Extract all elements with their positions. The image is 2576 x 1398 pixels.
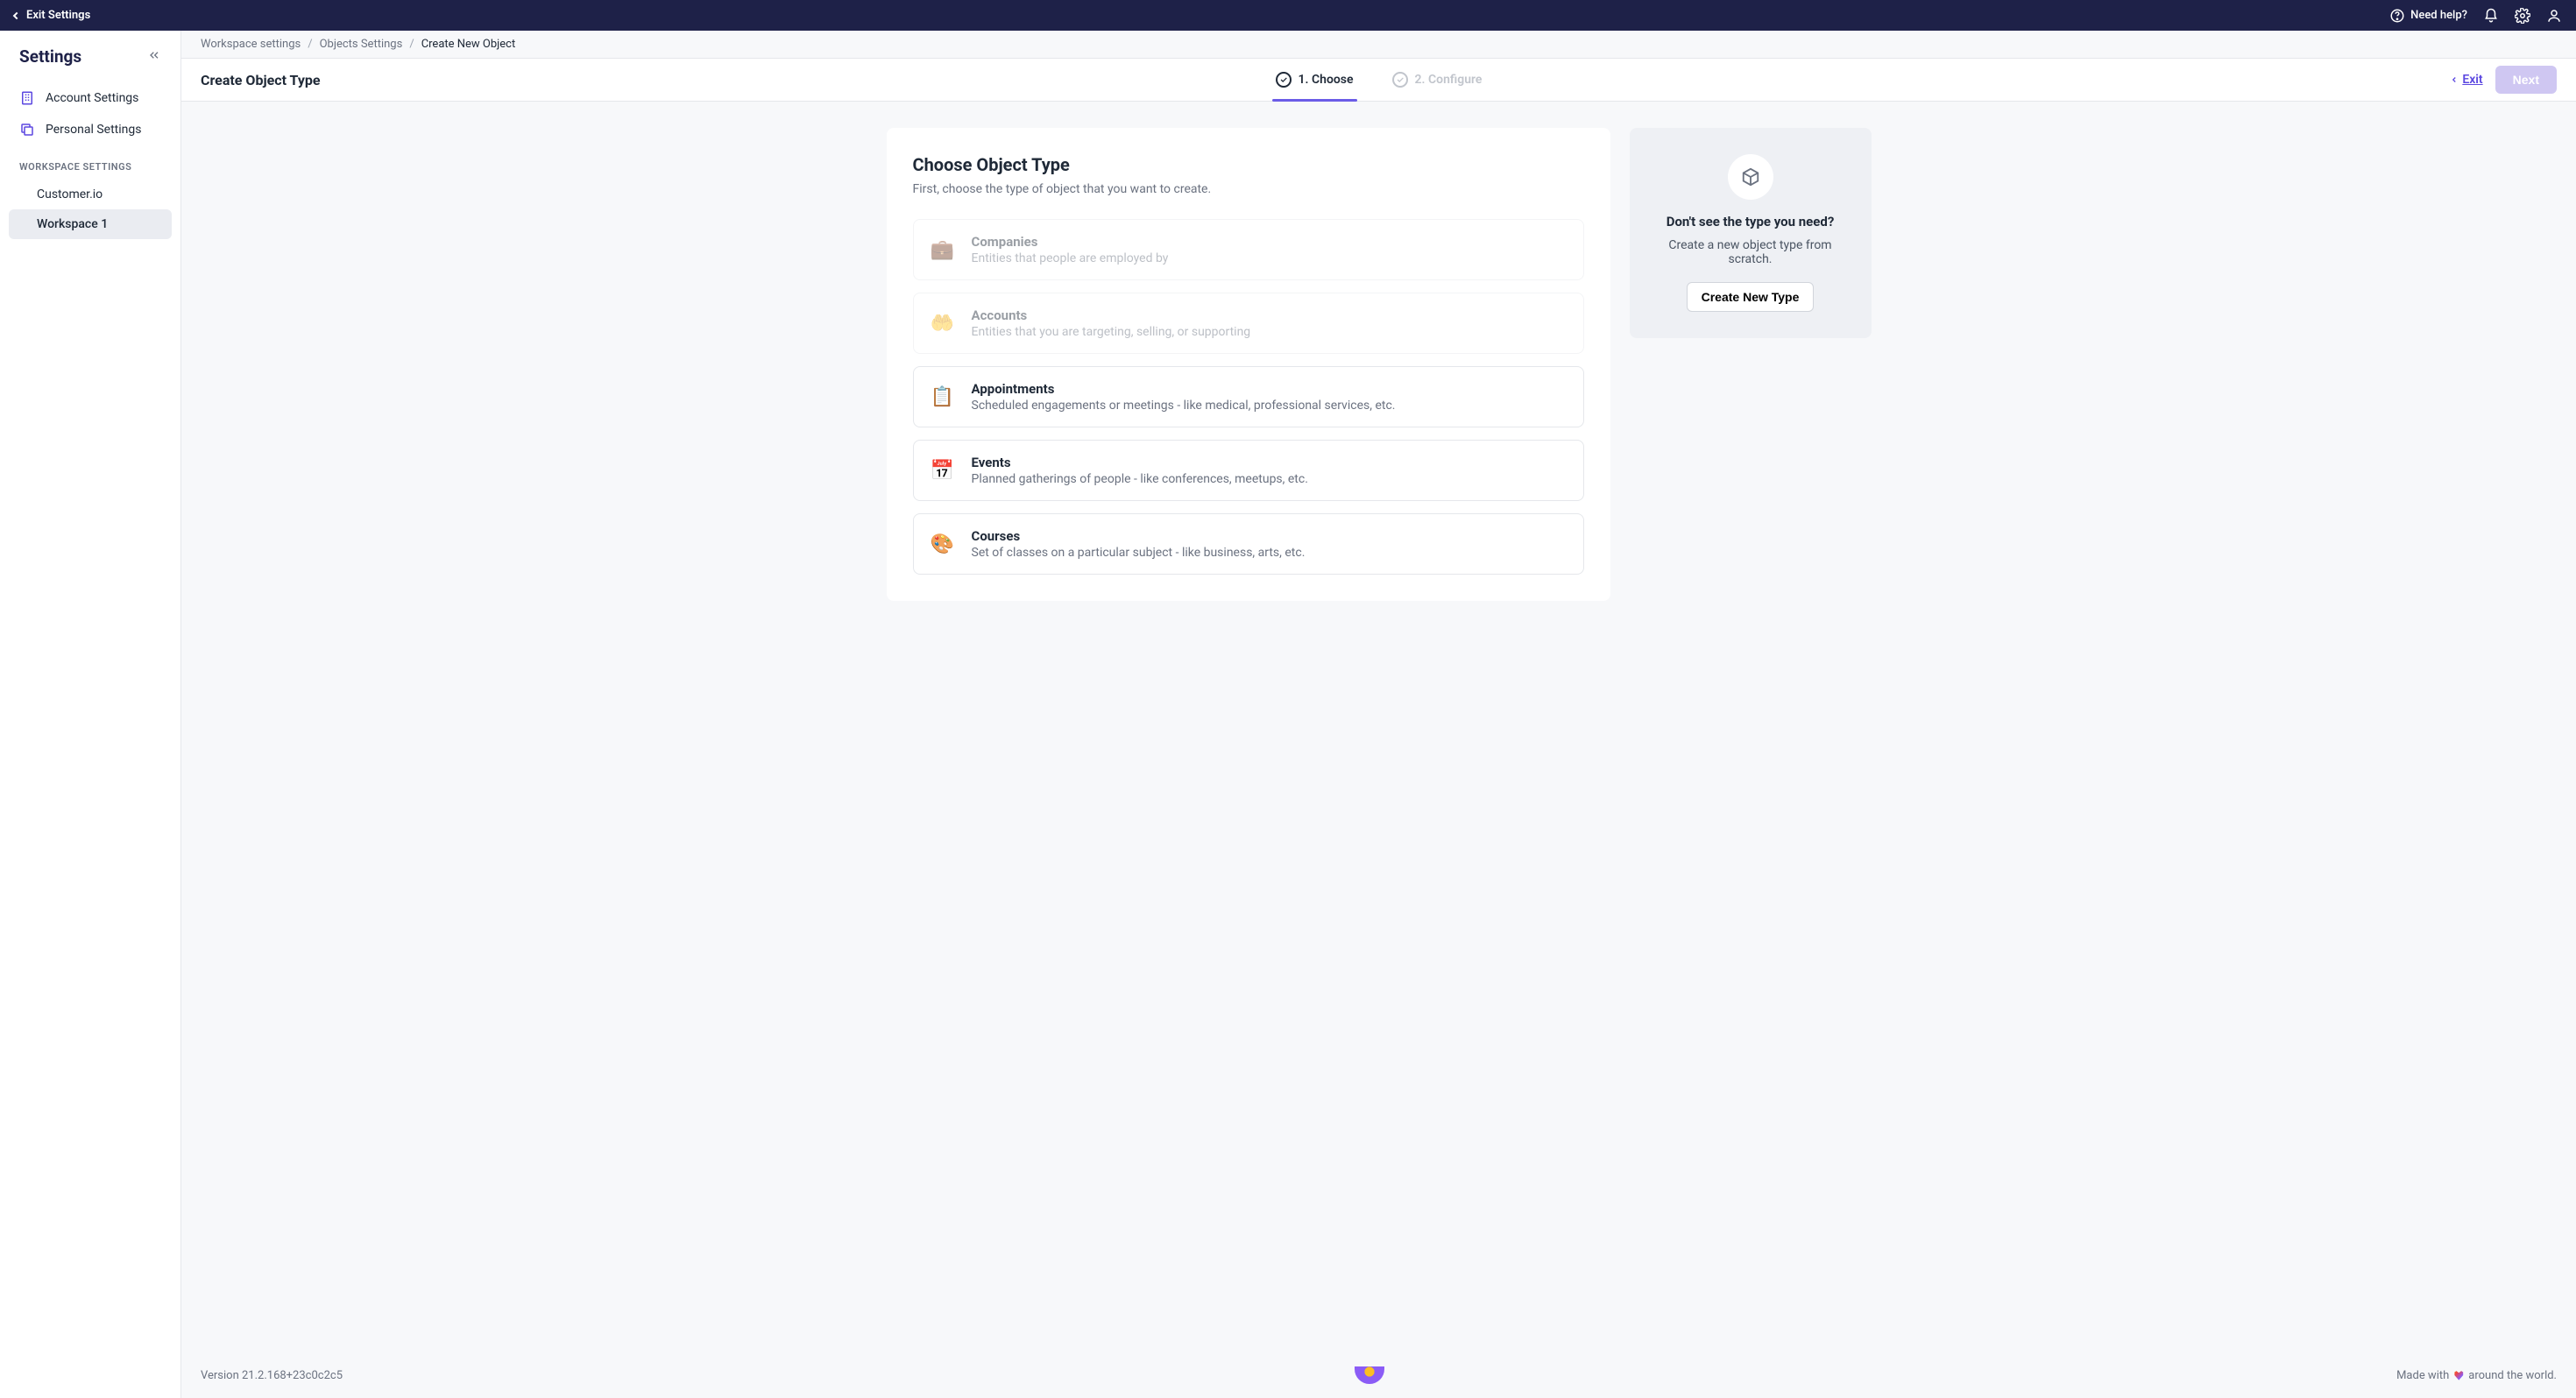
version-text: Version 21.2.168+23c0c2c5 [201,1369,343,1382]
sidebar-item-account-settings[interactable]: Account Settings [0,82,180,114]
choose-type-card: Choose Object Type First, choose the typ… [887,128,1610,601]
content-heading: Choose Object Type [913,154,1584,175]
chevron-left-icon [13,11,20,18]
breadcrumb-sep: / [409,38,414,51]
next-button[interactable]: Next [2495,66,2557,94]
object-type-option[interactable]: 🎨 Courses Set of classes on a particular s… [913,513,1584,575]
sidebar: Settings Account Settings Personal Setti… [0,31,181,1398]
workspace-item-workspace-1[interactable]: Workspace 1 [9,209,172,239]
side-panel-body: Create a new object type from scratch. [1656,238,1845,266]
step-label: 1. Choose [1299,73,1354,87]
type-desc: Scheduled engagements or meetings - like… [972,399,1396,413]
workspace-label: Workspace 1 [37,217,108,231]
object-type-option: 🤲 Accounts Entities that you are targeting… [913,293,1584,354]
exit-settings-label: Exit Settings [26,9,90,22]
type-emoji-icon: 🎨 [931,533,954,555]
building-icon [19,90,35,106]
breadcrumb-item[interactable]: Workspace settings [201,38,301,51]
type-name: Companies [972,234,1169,250]
wizard-steps: 1. Choose 2. Configure [1272,59,1486,101]
type-name: Courses [972,528,1306,544]
chevron-left-icon [2450,75,2459,84]
made-with-text: Made with around the world. [2396,1369,2557,1382]
type-desc: Set of classes on a particular subject -… [972,546,1306,560]
sidebar-title: Settings [19,46,81,67]
sidebar-item-label: Personal Settings [46,123,141,137]
user-icon[interactable] [2546,8,2562,24]
breadcrumb: Workspace settings / Objects Settings / … [181,31,2576,58]
type-emoji-icon: 💼 [931,238,954,261]
wizard-header: Create Object Type 1. Choose 2. Configur… [181,58,2576,102]
breadcrumb-current: Create New Object [421,38,516,51]
sidebar-item-personal-settings[interactable]: Personal Settings [0,114,180,145]
help-label: Need help? [2410,9,2467,22]
exit-link[interactable]: Exit [2450,73,2482,87]
type-name: Events [972,455,1308,470]
topbar: Exit Settings Need help? [0,0,2576,31]
type-emoji-icon: 🤲 [931,312,954,335]
type-name: Accounts [972,307,1251,323]
content-area: Choose Object Type First, choose the typ… [181,102,2576,627]
notification-bell-icon[interactable] [2483,8,2499,24]
object-type-option[interactable]: 📋 Appointments Scheduled engagements or me… [913,366,1584,427]
type-name: Appointments [972,381,1396,397]
cube-icon [1728,154,1773,200]
type-desc: Entities that you are targeting, selling… [972,325,1251,339]
breadcrumb-sep: / [308,38,312,51]
workspace-label: Customer.io [37,187,103,201]
gear-icon[interactable] [2515,8,2530,24]
wizard-step-choose[interactable]: 1. Choose [1272,59,1357,101]
wizard-step-configure: 2. Configure [1389,59,1486,101]
topbar-right: Need help? [2389,8,2562,24]
sidebar-item-label: Account Settings [46,91,138,105]
side-panel-heading: Don't see the type you need? [1656,214,1845,229]
check-circle-icon [1392,72,1408,88]
workspace-item-customer-io[interactable]: Customer.io [9,180,172,209]
exit-label: Exit [2462,73,2482,87]
exit-settings-button[interactable]: Exit Settings [14,9,90,22]
footer: Version 21.2.168+23c0c2c5 Made with arou… [181,1356,2576,1398]
type-desc: Entities that people are employed by [972,251,1169,265]
help-link[interactable]: Need help? [2389,8,2467,24]
heart-icon [2452,1369,2465,1381]
breadcrumb-item[interactable]: Objects Settings [320,38,403,51]
copy-icon [19,122,35,138]
check-circle-icon [1276,72,1292,88]
object-type-option[interactable]: 📅 Events Planned gatherings of people - li… [913,440,1584,501]
step-label: 2. Configure [1415,73,1483,87]
help-circle-icon [2389,8,2405,24]
custom-type-card: Don't see the type you need? Create a ne… [1630,128,1872,338]
object-type-option: 💼 CompaniesEntities that people are emplo… [913,219,1584,280]
content-subtitle: First, choose the type of object that yo… [913,182,1584,196]
type-emoji-icon: 📋 [931,385,954,408]
wizard-title: Create Object Type [201,72,321,88]
type-emoji-icon: 📅 [931,459,954,482]
type-desc: Planned gatherings of people - like conf… [972,472,1308,486]
collapse-sidebar-icon[interactable] [147,48,161,66]
brand-logo-icon [1355,1366,1384,1384]
sidebar-section-label: Workspace Settings [0,145,180,180]
create-new-type-button[interactable]: Create New Type [1687,282,1815,312]
